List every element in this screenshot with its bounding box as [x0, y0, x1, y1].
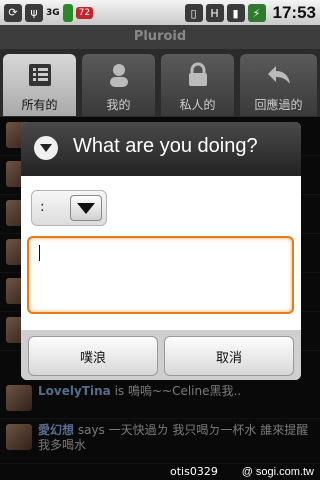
plurk-text-input[interactable] [27, 236, 294, 314]
watermark-site: @ sogi.com.tw [241, 466, 314, 478]
status-bar: ⟳ ψ 3G 72 ▯ H ▮ ⚡ 17:53 [0, 0, 320, 25]
app-title: Pluroid [133, 29, 187, 44]
tab-all-label: 所有的 [21, 98, 58, 112]
notification-icons: ⟳ ψ 3G 72 [4, 3, 94, 22]
dialog-title: What are you doing? [73, 135, 258, 157]
network-label: 3G [46, 7, 60, 18]
battery-icon [62, 3, 73, 22]
usb-icon: ψ [25, 3, 43, 22]
submit-plurk-button[interactable]: 噗浪 [28, 336, 158, 376]
tab-private-label: 私人的 [179, 98, 216, 112]
reply-icon [267, 66, 290, 84]
tab-mine[interactable]: 我的 [82, 54, 155, 116]
dialog-header: What are you doing? [21, 122, 301, 176]
lock-icon [188, 62, 207, 86]
charging-icon: ⚡ [247, 4, 266, 22]
chevron-down-circle-icon [34, 136, 58, 160]
text-cursor [39, 245, 40, 261]
h-data-icon: H [205, 4, 224, 22]
clock: 17:53 [272, 3, 316, 22]
tab-replied[interactable]: 回應過的 [240, 54, 317, 116]
app-title-bar: Pluroid [0, 25, 320, 49]
list-icon [28, 64, 51, 86]
watermark-user: otis0329 [170, 465, 218, 478]
tab-all[interactable]: 所有的 [3, 54, 76, 116]
tab-private[interactable]: 私人的 [161, 54, 234, 116]
tab-bar: 所有的 我的 私人的 回應過的 [0, 49, 320, 117]
tab-replied-label: 回應過的 [254, 98, 303, 112]
battery-badge: 72 [75, 6, 94, 19]
tab-mine-label: 我的 [106, 98, 131, 112]
person-icon [109, 64, 128, 87]
cancel-button[interactable]: 取消 [164, 336, 294, 376]
status-icons-right: ▯ H ▮ ⚡ 17:53 [184, 3, 316, 23]
qualifier-value: : [40, 199, 45, 215]
compose-dialog: What are you doing? : 噗浪 取消 [21, 122, 301, 380]
qualifier-spinner[interactable]: : [31, 190, 107, 226]
vibrate-icon: ▯ [184, 4, 203, 22]
sync-icon: ⟳ [4, 3, 22, 22]
dialog-footer: 噗浪 取消 [21, 330, 301, 380]
dropdown-arrow-icon[interactable] [70, 195, 102, 221]
signal-icon: ▮ [226, 4, 245, 22]
